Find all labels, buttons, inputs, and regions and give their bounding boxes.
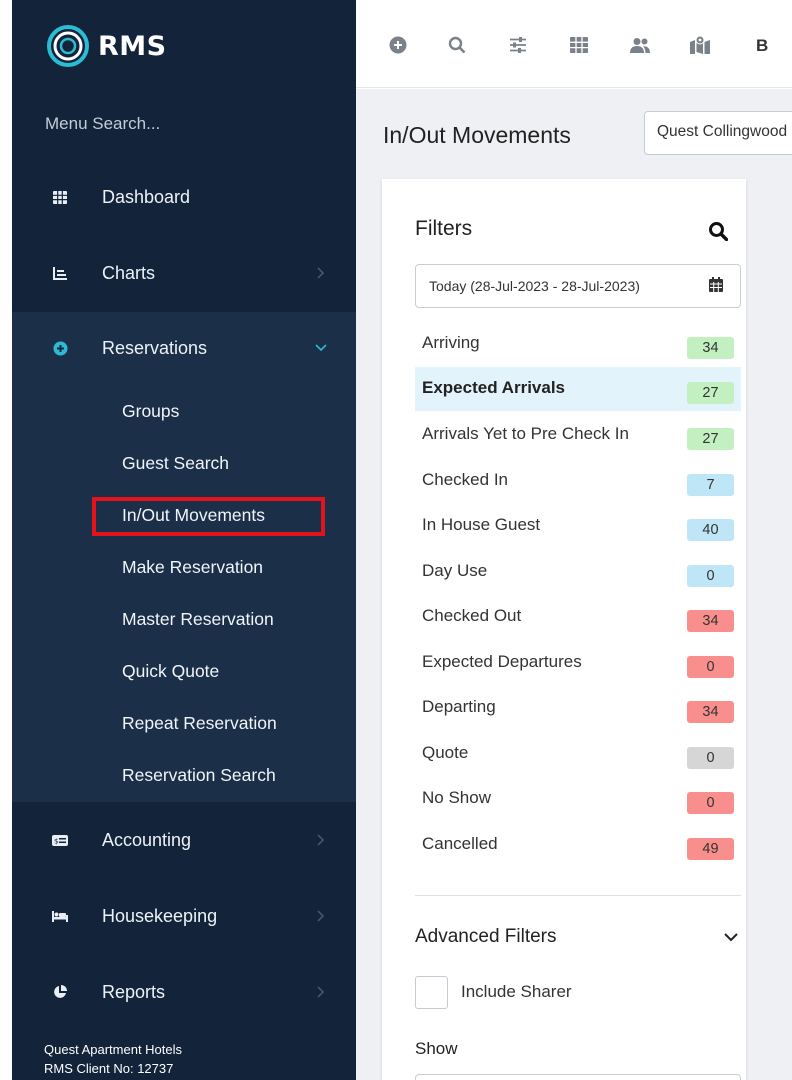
filter-row-cancelled[interactable]: Cancelled 49: [415, 823, 741, 867]
filter-row-label: Expected Departures: [422, 652, 582, 671]
sidebar-item-label: Charts: [102, 262, 156, 283]
filter-row-label: Arrivals Yet to Pre Check In: [422, 424, 629, 443]
brand-logo[interactable]: RMS: [46, 24, 167, 68]
chevron-right-icon: [314, 266, 328, 280]
filter-row-label: Cancelled: [422, 834, 498, 853]
filter-row-in-house-guest[interactable]: In House Guest 40: [415, 504, 741, 548]
submenu-item-make-reservation[interactable]: Make Reservation: [122, 557, 263, 578]
calendar-icon: [709, 277, 725, 293]
top-toolbar: B: [356, 0, 792, 88]
chevron-right-icon: [314, 985, 328, 999]
search-icon[interactable]: [446, 34, 468, 56]
chevron-down-icon[interactable]: [723, 929, 741, 947]
submenu-item-groups[interactable]: Groups: [122, 401, 179, 422]
footer-client-no: RMS Client No: 12737: [44, 1061, 174, 1076]
date-range-value: Today (28-Jul-2023 - 28-Jul-2023): [429, 278, 640, 294]
search-icon[interactable]: [708, 221, 729, 242]
filter-row-departing[interactable]: Departing 34: [415, 686, 741, 730]
bed-icon: [52, 908, 68, 924]
count-badge: 0: [687, 747, 734, 769]
filters-panel: Filters Today (28-Jul-2023 - 28-Jul-2023…: [382, 179, 746, 1080]
sidebar-item-label: Dashboard: [102, 186, 191, 207]
sidebar-item-reports[interactable]: Reports: [12, 972, 356, 1012]
filter-row-label: Expected Arrivals: [422, 378, 565, 397]
rms-logo-icon: [47, 25, 89, 67]
filter-row-label: Checked Out: [422, 606, 522, 625]
chevron-down-icon: [314, 341, 328, 355]
submenu-item-master-reservation[interactable]: Master Reservation: [122, 609, 274, 630]
filter-row-label: Day Use: [422, 561, 488, 580]
divider: [415, 895, 741, 896]
include-sharer-checkbox[interactable]: [415, 976, 448, 1009]
plus-circle-icon[interactable]: [387, 34, 409, 56]
pie-chart-icon: [52, 984, 68, 1000]
page-title: In/Out Movements: [383, 122, 571, 148]
submenu-item-quick-quote[interactable]: Quick Quote: [122, 661, 219, 682]
sidebar-item-label: Accounting: [102, 829, 192, 850]
count-badge: 49: [687, 838, 734, 860]
sidebar-item-label: Reservations: [102, 337, 208, 358]
count-badge: 0: [687, 792, 734, 814]
brand-name: RMS: [98, 30, 167, 62]
count-badge: 27: [687, 428, 734, 450]
include-sharer-label: Include Sharer: [461, 982, 572, 1001]
submenu-item-reservation-search[interactable]: Reservation Search: [122, 765, 276, 786]
chevron-right-icon: [314, 909, 328, 923]
map-icon[interactable]: [689, 34, 711, 56]
filter-row-label: In House Guest: [422, 515, 541, 534]
plus-circle-icon: [52, 340, 68, 356]
grid-icon[interactable]: [568, 34, 590, 56]
filter-row-no-show[interactable]: No Show 0: [415, 777, 741, 821]
bar-chart-icon: [52, 265, 68, 281]
toolbar-trailing-item[interactable]: B: [756, 36, 768, 56]
filter-row-expected-arrivals[interactable]: Expected Arrivals 27: [415, 367, 741, 411]
date-range-picker[interactable]: Today (28-Jul-2023 - 28-Jul-2023): [415, 264, 741, 308]
filter-row-label: Checked In: [422, 470, 508, 489]
submenu-item-guest-search[interactable]: Guest Search: [122, 453, 229, 474]
sidebar-item-reservations[interactable]: Reservations: [12, 328, 356, 368]
filter-row-label: Quote: [422, 743, 469, 762]
show-label: Show: [415, 1039, 458, 1058]
table-icon: [52, 189, 68, 205]
filter-row-checked-in[interactable]: Checked In 7: [415, 459, 741, 503]
sidebar: RMS Menu Search... Dashboard Charts Rese…: [12, 0, 356, 1080]
menu-search-input[interactable]: Menu Search...: [45, 114, 160, 134]
sidebar-item-charts[interactable]: Charts: [12, 253, 356, 293]
count-badge: 34: [687, 610, 734, 632]
sidebar-item-dashboard[interactable]: Dashboard: [12, 177, 356, 217]
filter-row-label: No Show: [422, 788, 491, 807]
filter-row-expected-departures[interactable]: Expected Departures 0: [415, 641, 741, 685]
filter-row-quote[interactable]: Quote 0: [415, 732, 741, 776]
sidebar-item-label: Reports: [102, 981, 166, 1002]
sliders-icon[interactable]: [507, 34, 529, 56]
sidebar-item-accounting[interactable]: $ Accounting: [12, 820, 356, 860]
count-badge: 34: [687, 337, 734, 359]
filter-row-day-use[interactable]: Day Use 0: [415, 550, 741, 594]
count-badge: 0: [687, 656, 734, 678]
filters-title: Filters: [415, 217, 473, 240]
filter-row-checked-out[interactable]: Checked Out 34: [415, 595, 741, 639]
filter-row-label: Departing: [422, 697, 496, 716]
count-badge: 34: [687, 701, 734, 723]
filter-row-arrivals-yet-to-pre-check-in[interactable]: Arrivals Yet to Pre Check In 27: [415, 413, 741, 457]
users-icon[interactable]: [629, 34, 651, 56]
sidebar-item-housekeeping[interactable]: Housekeeping: [12, 896, 356, 936]
highlight-annotation: [92, 497, 325, 536]
count-badge: 40: [687, 519, 734, 541]
count-badge: 7: [687, 474, 734, 496]
count-badge: 0: [687, 565, 734, 587]
footer-company: Quest Apartment Hotels: [44, 1042, 183, 1057]
money-icon: $: [52, 832, 68, 848]
chevron-right-icon: [314, 833, 328, 847]
filter-row-label: Arriving: [422, 333, 480, 352]
property-select[interactable]: Quest Collingwood: [644, 111, 792, 155]
main-content: In/Out Movements Quest Collingwood Filte…: [356, 89, 792, 1080]
count-badge: 27: [687, 382, 734, 404]
svg-text:$: $: [54, 837, 58, 845]
submenu-item-repeat-reservation[interactable]: Repeat Reservation: [122, 713, 277, 734]
sidebar-item-label: Housekeeping: [102, 905, 218, 926]
advanced-filters-title[interactable]: Advanced Filters: [415, 926, 557, 948]
show-select[interactable]: [415, 1074, 741, 1080]
filter-row-arriving[interactable]: Arriving 34: [415, 322, 741, 366]
